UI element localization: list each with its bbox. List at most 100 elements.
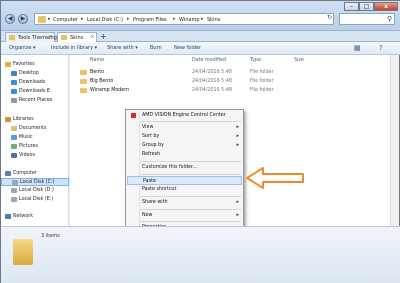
library-icon xyxy=(5,117,11,122)
forward-button[interactable]: ▶ xyxy=(18,14,28,24)
nav-music[interactable]: Music xyxy=(1,134,69,142)
column-header-size[interactable]: Size xyxy=(294,58,304,63)
tab-skins[interactable]: Skins x xyxy=(57,32,97,42)
downloads-icon xyxy=(11,89,17,94)
search-icon: ⚲ xyxy=(386,15,392,23)
nav-label: Pictures xyxy=(19,144,38,149)
nav-pictures[interactable]: Pictures xyxy=(1,143,69,151)
menu-item-paste-shortcut[interactable]: Paste shortcut xyxy=(127,185,242,194)
submenu-arrow-icon: ▸ xyxy=(236,212,239,218)
pictures-icon xyxy=(11,144,17,149)
star-icon xyxy=(5,62,11,67)
menu-item-label: New xyxy=(142,213,153,218)
nav-downloads[interactable]: Downloads xyxy=(1,79,69,87)
menu-item-share-with[interactable]: Share with ▸ xyxy=(127,198,242,207)
tab-close-icon[interactable]: x xyxy=(91,34,94,40)
nav-label: Videos xyxy=(19,153,35,158)
back-button[interactable]: ◀ xyxy=(5,14,15,24)
file-type: File folder xyxy=(250,70,274,75)
view-options-icon[interactable]: ▦ xyxy=(354,44,361,52)
nav-label: Music xyxy=(19,135,33,140)
new-folder-button[interactable]: New folder xyxy=(174,45,201,51)
nav-label: Documents xyxy=(19,126,47,131)
minimize-button[interactable]: – xyxy=(344,2,359,11)
address-bar[interactable]: ▸ Computer ▸ Local Disk (C:) ▸ Program F… xyxy=(34,13,334,25)
breadcrumb-separator: ▸ xyxy=(81,16,84,22)
folder-icon xyxy=(80,88,87,93)
nav-downloads-e[interactable]: Downloads E xyxy=(1,88,69,96)
nav-label: Network xyxy=(13,214,34,219)
nav-label: Computer xyxy=(13,171,37,176)
breadcrumb-winamp[interactable]: Winamp xyxy=(179,17,200,23)
column-header-type[interactable]: Type xyxy=(250,58,261,63)
network-icon xyxy=(5,214,11,219)
vertical-scrollbar[interactable] xyxy=(390,55,399,226)
file-row[interactable]: Bento 24/04/2016 5:48 File folder xyxy=(78,69,378,77)
folder-icon xyxy=(61,35,67,40)
menu-item-refresh[interactable]: Refresh xyxy=(127,150,242,159)
help-icon[interactable]: ? xyxy=(379,44,383,52)
tab-close-icon[interactable]: x xyxy=(49,34,52,40)
burn-button[interactable]: Burn xyxy=(150,45,162,51)
nav-local-disk-d[interactable]: Local Disk (D:) xyxy=(1,187,69,195)
menu-item-label: Refresh xyxy=(142,152,161,157)
nav-favorites[interactable]: Favorites xyxy=(1,61,69,69)
menu-item-sort-by[interactable]: Sort by ▸ xyxy=(127,132,242,141)
breadcrumb-skins[interactable]: Skins xyxy=(207,17,220,23)
details-pane: 3 items xyxy=(1,226,400,283)
music-icon xyxy=(11,135,17,140)
include-in-library-button[interactable]: Include in library ▾ xyxy=(51,45,97,51)
nav-documents[interactable]: Documents xyxy=(1,125,69,133)
submenu-arrow-icon: ▸ xyxy=(236,199,239,205)
nav-local-disk-e[interactable]: Local Disk (E:) xyxy=(1,196,69,204)
menu-item-label: Group by xyxy=(142,143,165,148)
file-row[interactable]: Big Bento 24/04/2016 5:48 File folder xyxy=(78,78,378,86)
recent-places-icon xyxy=(11,98,17,103)
maximize-button[interactable]: □ xyxy=(359,2,374,11)
menu-item-view[interactable]: View ▸ xyxy=(127,123,242,132)
refresh-icon[interactable]: ↻ xyxy=(327,14,332,21)
menu-item-paste[interactable]: Paste xyxy=(127,176,242,185)
menu-item-new[interactable]: New ▸ xyxy=(127,211,242,220)
breadcrumb-local-disk-c[interactable]: Local Disk (C:) xyxy=(87,17,123,23)
column-header-date[interactable]: Date modified xyxy=(192,58,226,63)
tab-tools-themeing[interactable]: Tools Themeing x xyxy=(5,32,57,42)
menu-item-group-by[interactable]: Group by ▸ xyxy=(127,141,242,150)
menu-item-label: Share with xyxy=(142,200,168,205)
drive-icon xyxy=(11,188,17,193)
new-tab-button[interactable]: + xyxy=(100,32,107,41)
close-button[interactable]: x xyxy=(374,2,398,11)
documents-icon xyxy=(11,126,17,131)
computer-icon xyxy=(5,171,11,176)
folder-icon xyxy=(80,70,87,75)
command-bar: Organize ▾ Include in library ▾ Share wi… xyxy=(1,42,400,55)
nav-network[interactable]: Network xyxy=(1,213,69,221)
nav-label: Downloads E xyxy=(19,89,50,94)
menu-item-customize[interactable]: Customize this folder... xyxy=(127,163,242,172)
nav-videos[interactable]: Videos xyxy=(1,152,69,160)
share-with-button[interactable]: Share with ▾ xyxy=(107,45,138,51)
column-header-name[interactable]: Name xyxy=(90,58,104,63)
menu-item-label: AMD VISION Engine Control Center xyxy=(142,113,226,118)
menu-item-label: Paste xyxy=(143,179,156,184)
nav-label: Desktop xyxy=(19,71,39,76)
breadcrumb-program-files[interactable]: Program Files xyxy=(133,17,167,23)
nav-label: Libraries xyxy=(13,117,34,122)
organize-button[interactable]: Organize ▾ xyxy=(9,45,36,51)
file-row[interactable]: Winamp Modern 24/04/2016 5:48 File folde… xyxy=(78,87,378,95)
nav-local-disk-c[interactable]: Local Disk (C:) xyxy=(1,178,69,186)
nav-label: Local Disk (D:) xyxy=(19,188,54,193)
amd-icon xyxy=(131,113,136,118)
nav-recent-places[interactable]: Recent Places xyxy=(1,97,69,105)
drive-icon xyxy=(11,197,17,202)
nav-label: Recent Places xyxy=(19,98,53,103)
nav-desktop[interactable]: Desktop xyxy=(1,70,69,78)
menu-item-amd-vision[interactable]: AMD VISION Engine Control Center xyxy=(127,111,242,120)
breadcrumb-separator: ▸ xyxy=(127,16,130,22)
menu-separator xyxy=(140,174,241,175)
file-date: 24/04/2016 5:48 xyxy=(192,70,232,75)
breadcrumb-computer[interactable]: Computer xyxy=(53,17,78,23)
nav-computer[interactable]: Computer xyxy=(1,170,69,178)
nav-libraries[interactable]: Libraries xyxy=(1,116,69,124)
search-input[interactable]: ⚲ xyxy=(339,13,395,25)
